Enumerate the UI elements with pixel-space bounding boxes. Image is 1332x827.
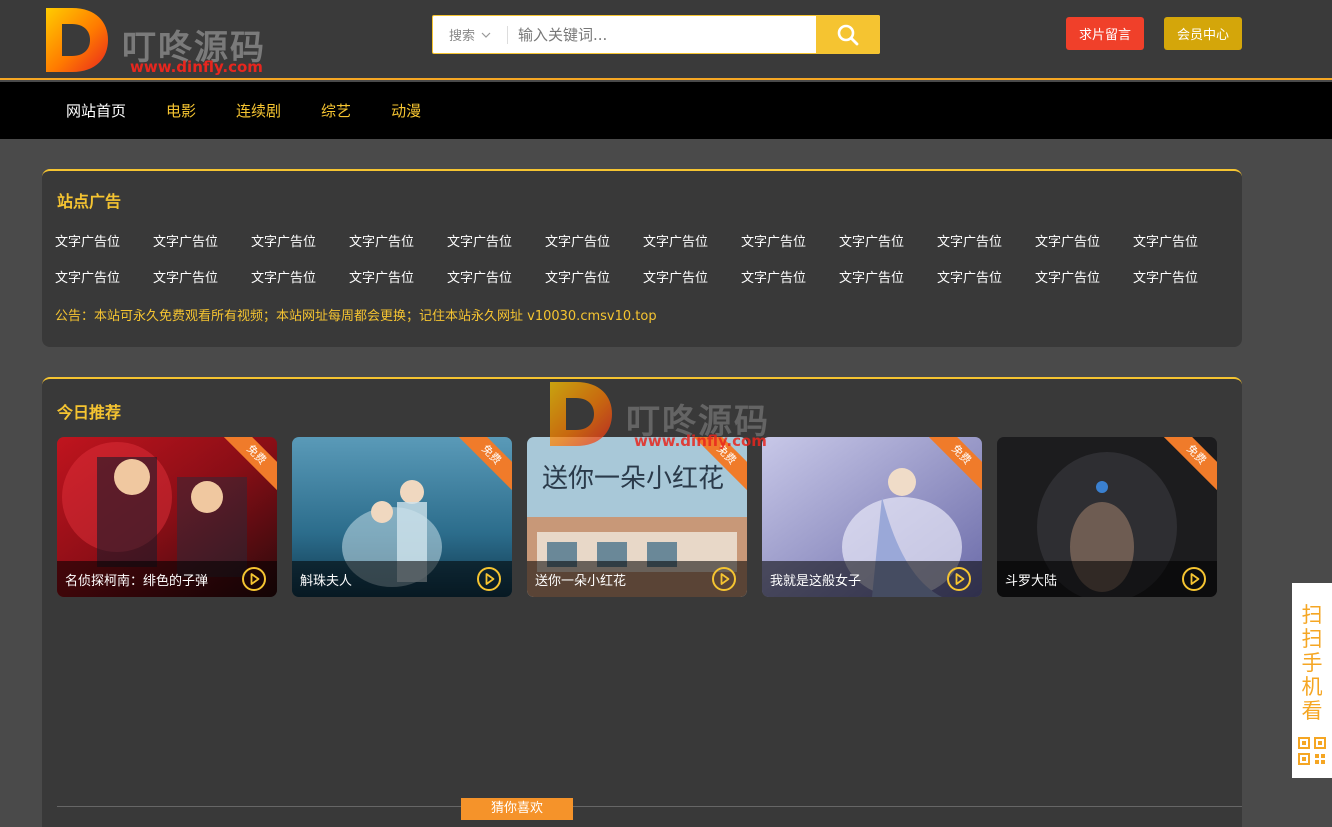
ad-grid: 文字广告位 文字广告位 文字广告位 文字广告位 文字广告位 文字广告位 文字广告…	[55, 233, 1235, 288]
ad-link[interactable]: 文字广告位	[839, 269, 937, 288]
ad-link[interactable]: 文字广告位	[55, 233, 153, 252]
ad-link[interactable]: 文字广告位	[251, 269, 349, 288]
ad-link[interactable]: 文字广告位	[937, 269, 1035, 288]
ad-link[interactable]: 文字广告位	[1133, 233, 1231, 252]
search-button[interactable]	[816, 15, 880, 54]
ad-link[interactable]: 文字广告位	[643, 233, 741, 252]
logo-mark-icon	[46, 8, 108, 72]
ad-link[interactable]: 文字广告位	[1133, 269, 1231, 288]
card-caption: 送你一朵小红花	[527, 561, 747, 597]
logo-url: www.dinfly.com	[130, 58, 263, 76]
scan-mobile-label: 扫扫手机看	[1301, 603, 1323, 723]
card-caption: 名侦探柯南：绯色的子弹	[57, 561, 277, 597]
nav-item-movie[interactable]: 电影	[166, 100, 196, 121]
video-card[interactable]: 免费 名侦探柯南：绯色的子弹	[57, 437, 277, 597]
recommend-panel-title: 今日推荐	[57, 403, 122, 422]
site-notice: 公告：本站可永久免费观看所有视频；本站网址每周都会更换；记住本站永久网址 v10…	[55, 309, 657, 324]
ad-link[interactable]: 文字广告位	[741, 269, 839, 288]
guess-divider	[57, 806, 1242, 807]
search-category-label: 搜索	[448, 29, 475, 44]
mobile-qr-widget[interactable]: 扫扫手机看	[1292, 583, 1332, 778]
play-icon[interactable]	[711, 566, 737, 592]
guess-you-like-tab[interactable]: 猜你喜欢	[461, 798, 573, 820]
ad-panel: 站点广告 文字广告位 文字广告位 文字广告位 文字广告位 文字广告位 文字广告位…	[42, 169, 1242, 347]
member-center-button[interactable]: 会员中心	[1164, 17, 1242, 50]
ad-link[interactable]: 文字广告位	[349, 233, 447, 252]
card-caption: 我就是这般女子	[762, 561, 982, 597]
play-icon[interactable]	[1181, 566, 1207, 592]
card-caption: 斛珠夫人	[292, 561, 512, 597]
play-icon[interactable]	[241, 566, 267, 592]
ad-link[interactable]: 文字广告位	[545, 269, 643, 288]
card-title: 我就是这般女子	[770, 573, 862, 589]
watermark-mark-icon	[550, 382, 612, 446]
chevron-down-icon	[481, 32, 491, 38]
card-title: 斛珠夫人	[300, 573, 353, 589]
nav-item-series[interactable]: 连续剧	[236, 100, 281, 121]
site-logo[interactable]: 叮咚源码 www.dinfly.com	[44, 4, 284, 76]
main-nav: 网站首页 电影 连续剧 综艺 动漫	[0, 82, 1332, 139]
video-card[interactable]: 免费 我就是这般女子	[762, 437, 982, 597]
video-card[interactable]: 免费 斗罗大陆	[997, 437, 1217, 597]
ad-link[interactable]: 文字广告位	[1035, 233, 1133, 252]
card-title: 斗罗大陆	[1005, 573, 1058, 589]
ad-link[interactable]: 文字广告位	[55, 269, 153, 288]
ad-link[interactable]: 文字广告位	[153, 269, 251, 288]
recommend-cards: 免费 名侦探柯南：绯色的子弹 免费 斛珠夫人 送你一朵小红花 免费 送你一朵小红…	[57, 437, 1217, 597]
search-icon	[837, 24, 859, 45]
ad-link[interactable]: 文字广告位	[545, 233, 643, 252]
svg-text:送你一朵小红花: 送你一朵小红花	[542, 464, 724, 494]
ad-link[interactable]: 文字广告位	[839, 233, 937, 252]
play-icon[interactable]	[476, 566, 502, 592]
search-category-select[interactable]: 搜索	[433, 16, 507, 53]
ad-link[interactable]: 文字广告位	[741, 233, 839, 252]
ad-link[interactable]: 文字广告位	[1035, 269, 1133, 288]
watermark-url: www.dinfly.com	[634, 432, 767, 450]
ad-link[interactable]: 文字广告位	[153, 233, 251, 252]
play-icon[interactable]	[946, 566, 972, 592]
ad-link[interactable]: 文字广告位	[251, 233, 349, 252]
header: 叮咚源码 www.dinfly.com 搜索 求片留言 会员中心	[0, 0, 1332, 80]
ad-link[interactable]: 文字广告位	[447, 233, 545, 252]
video-card[interactable]: 送你一朵小红花 免费 送你一朵小红花	[527, 437, 747, 597]
search-bar: 搜索	[432, 15, 880, 54]
card-caption: 斗罗大陆	[997, 561, 1217, 597]
card-title: 送你一朵小红花	[535, 573, 627, 589]
ad-panel-title: 站点广告	[57, 192, 122, 211]
watermark-logo: 叮咚源码 www.dinfly.com	[548, 378, 778, 450]
nav-item-home[interactable]: 网站首页	[66, 100, 126, 121]
ad-link[interactable]: 文字广告位	[349, 269, 447, 288]
card-title: 名侦探柯南：绯色的子弹	[65, 573, 209, 589]
ad-link[interactable]: 文字广告位	[447, 269, 545, 288]
ad-link[interactable]: 文字广告位	[937, 233, 1035, 252]
ad-link[interactable]: 文字广告位	[643, 269, 741, 288]
nav-item-anime[interactable]: 动漫	[391, 100, 421, 121]
request-movie-button[interactable]: 求片留言	[1066, 17, 1144, 50]
search-input[interactable]	[508, 16, 816, 53]
nav-item-variety[interactable]: 综艺	[321, 100, 351, 121]
video-card[interactable]: 免费 斛珠夫人	[292, 437, 512, 597]
qr-code-icon	[1298, 737, 1326, 765]
